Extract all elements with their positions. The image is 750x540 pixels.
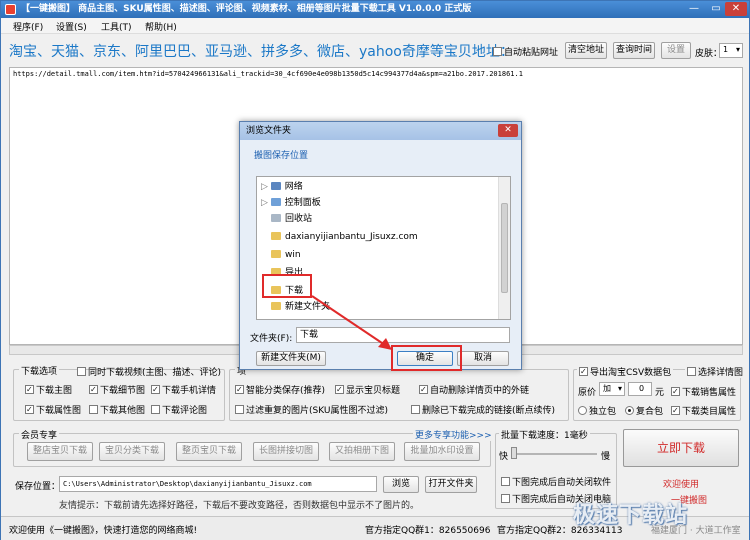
- annotation-arrow: [311, 295, 392, 350]
- arrow-line: [311, 295, 386, 346]
- arrow-head: [378, 338, 392, 350]
